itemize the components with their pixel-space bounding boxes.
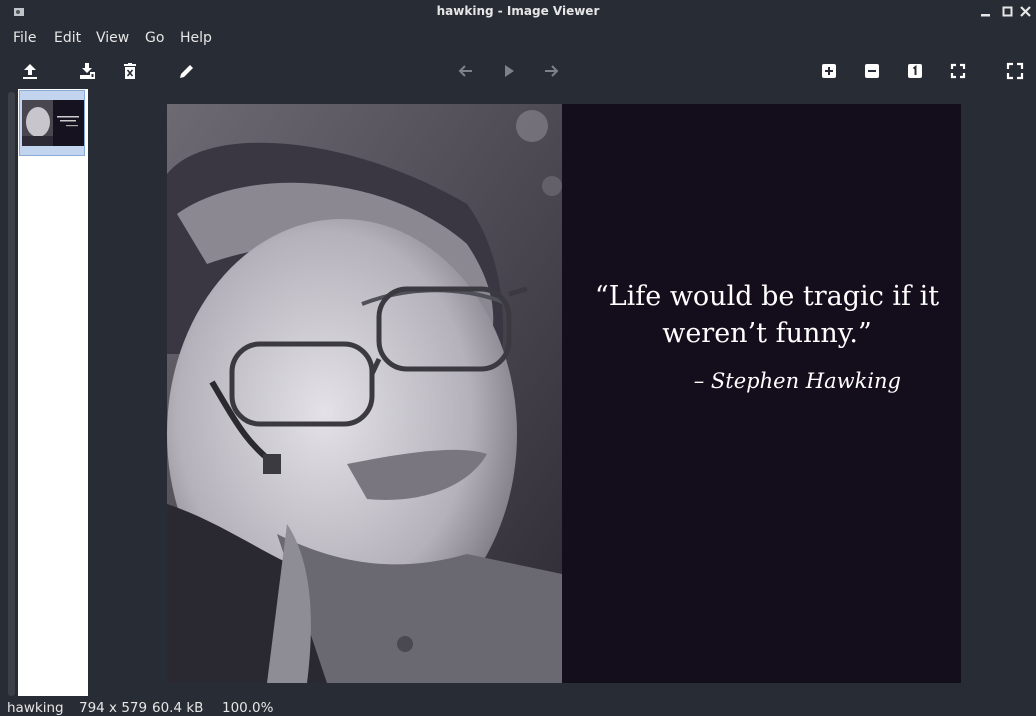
window-title: hawking - Image Viewer — [436, 4, 600, 18]
menu-bar: File Edit View Go Help — [0, 26, 1036, 50]
zoom-out-icon — [865, 64, 879, 78]
menu-edit[interactable]: Edit — [54, 30, 81, 46]
fullscreen-icon — [1006, 62, 1024, 80]
back-button[interactable] — [453, 58, 479, 84]
zoom-out-button[interactable] — [859, 58, 885, 84]
close-icon[interactable] — [1016, 3, 1036, 21]
save-icon — [80, 63, 95, 79]
quote-author: – Stephen Hawking — [693, 369, 901, 393]
fullscreen-button[interactable] — [1002, 58, 1028, 84]
forward-icon — [545, 65, 559, 77]
portrait-photo — [167, 104, 562, 683]
title-bar: hawking - Image Viewer — [0, 0, 1036, 24]
actual-size-icon — [908, 64, 922, 78]
menu-help[interactable]: Help — [180, 30, 212, 46]
zoom-in-icon — [822, 64, 836, 78]
thumbnail-scrollbar[interactable] — [8, 92, 15, 696]
save-button[interactable] — [74, 58, 100, 84]
quote-text: “Life would be tragic if it weren’t funn… — [587, 278, 947, 352]
edit-icon — [180, 65, 193, 78]
forward-button[interactable] — [538, 58, 564, 84]
upload-icon — [23, 64, 37, 79]
actual-size-button[interactable] — [902, 58, 928, 84]
menu-go[interactable]: Go — [145, 30, 164, 46]
minimize-icon[interactable] — [976, 3, 996, 21]
play-icon — [505, 65, 514, 77]
zoom-in-button[interactable] — [816, 58, 842, 84]
menu-view[interactable]: View — [96, 30, 129, 46]
status-dimensions: 794 x 579 — [79, 700, 148, 716]
fit-icon — [950, 63, 966, 79]
thumbnail-image — [22, 100, 84, 146]
image-canvas[interactable]: “Life would be tragic if it weren’t funn… — [167, 104, 961, 683]
fit-button[interactable] — [945, 58, 971, 84]
edit-button[interactable] — [174, 58, 200, 84]
back-icon — [458, 65, 472, 77]
thumbnail-panel — [18, 89, 88, 696]
status-zoom: 100.0% — [222, 700, 274, 716]
thumbnail-hawking[interactable] — [19, 90, 85, 156]
menu-file[interactable]: File — [13, 30, 36, 46]
quote-line-1: “Life would be tragic if it — [594, 281, 940, 312]
quote-line-2: weren’t funny.” — [662, 318, 872, 349]
status-filename: hawking — [7, 700, 64, 716]
maximize-icon[interactable] — [998, 3, 1018, 21]
play-button[interactable] — [496, 58, 522, 84]
delete-button[interactable] — [117, 58, 143, 84]
upload-button[interactable] — [17, 58, 43, 84]
status-filesize: 60.4 kB — [152, 700, 204, 716]
delete-icon — [124, 63, 136, 79]
status-bar: hawking 794 x 579 60.4 kB 100.0% — [0, 698, 1036, 716]
